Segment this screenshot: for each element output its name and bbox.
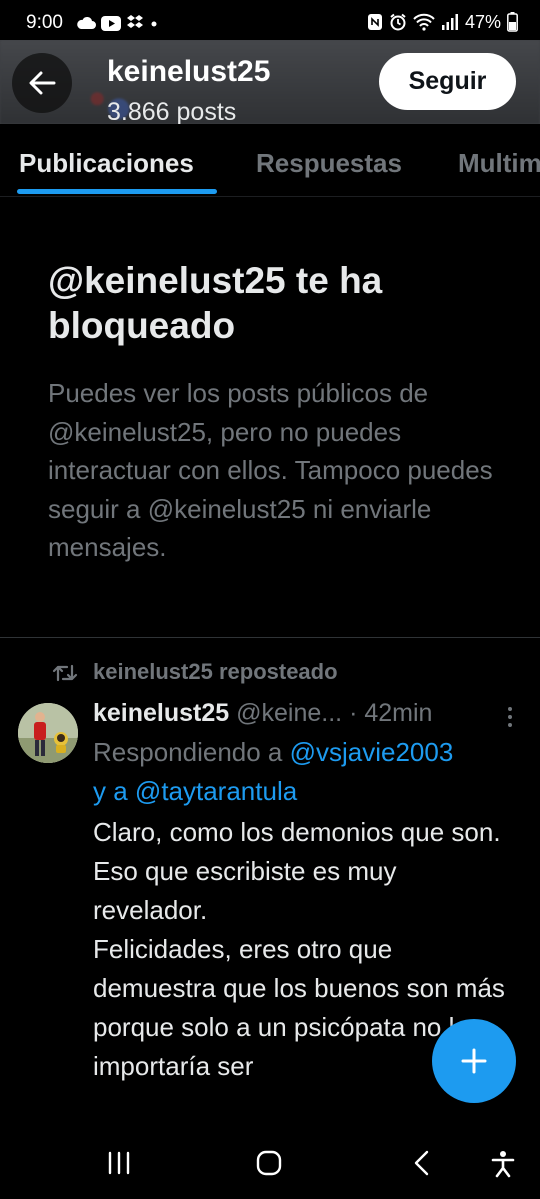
avatar-image xyxy=(18,703,78,763)
dropbox-icon xyxy=(127,15,143,28)
avatar[interactable] xyxy=(18,703,78,763)
active-tab-indicator xyxy=(17,189,217,194)
tweet-line: Eso que escribiste es muy revelador. xyxy=(93,856,397,925)
status-left-icons xyxy=(76,12,159,34)
mention-link[interactable]: @vsjavie2003 xyxy=(290,737,454,767)
status-bar: 9:00 47% xyxy=(0,0,540,44)
dot-icon xyxy=(151,21,157,27)
tweet-line: Claro, como los demonios que son. xyxy=(93,817,501,847)
tab-multimedia[interactable]: Multimedia xyxy=(458,148,540,179)
blocked-title: @keinelust25 te ha bloqueado xyxy=(48,260,383,346)
home-icon[interactable] xyxy=(256,1150,282,1176)
back-nav-icon[interactable] xyxy=(410,1150,434,1176)
profile-display-name: keinelust25 xyxy=(107,55,271,88)
nfc-icon xyxy=(367,14,382,30)
arrow-left-icon xyxy=(29,71,56,95)
replying-to: Respondiendo a @vsjavie2003 y a @taytara… xyxy=(93,733,533,811)
accessibility-icon[interactable] xyxy=(490,1150,516,1178)
post-count: 3.866 posts xyxy=(107,98,237,124)
status-time: 9:00 xyxy=(26,12,63,33)
blocked-description: Puedes ver los posts públicos de @keinel… xyxy=(48,378,493,562)
profile-header: keinelust25 3.866 posts Seguir xyxy=(0,40,540,124)
mention-joiner: y a xyxy=(93,776,135,806)
follow-button[interactable]: Seguir xyxy=(379,53,516,110)
repost-icon xyxy=(52,664,78,682)
replying-prefix: Respondiendo a xyxy=(93,737,290,767)
tweet-time: · 42min xyxy=(349,699,433,727)
alarm-icon xyxy=(390,13,406,31)
battery-percent: 47% xyxy=(464,11,501,32)
cloud-icon xyxy=(77,16,96,29)
signal-icon xyxy=(441,14,458,30)
recent-apps-icon[interactable] xyxy=(106,1150,132,1176)
plus-icon xyxy=(461,1048,487,1074)
status-right-icons: 47% xyxy=(367,10,518,34)
more-options-icon[interactable] xyxy=(506,706,514,728)
tweet-header: keinelust25 @keine... · 42min xyxy=(93,699,493,731)
system-nav-bar xyxy=(0,1130,540,1199)
back-button[interactable] xyxy=(12,53,72,113)
youtube-icon xyxy=(101,15,121,31)
tab-publicaciones[interactable]: Publicaciones xyxy=(19,148,194,179)
compose-button[interactable] xyxy=(432,1019,516,1103)
tabs-divider xyxy=(0,196,540,197)
profile-tabs: Publicaciones Respuestas Multimedia xyxy=(0,124,540,196)
battery-icon xyxy=(507,12,518,32)
tab-respuestas[interactable]: Respuestas xyxy=(256,148,402,179)
mention-link[interactable]: @taytarantula xyxy=(135,776,297,806)
wifi-icon xyxy=(413,13,435,31)
repost-label: keinelust25 reposteado xyxy=(93,659,338,684)
tweet-author-handle[interactable]: @keine... xyxy=(236,699,342,727)
tweet-author-name[interactable]: keinelust25 xyxy=(93,699,229,727)
divider xyxy=(0,637,540,638)
